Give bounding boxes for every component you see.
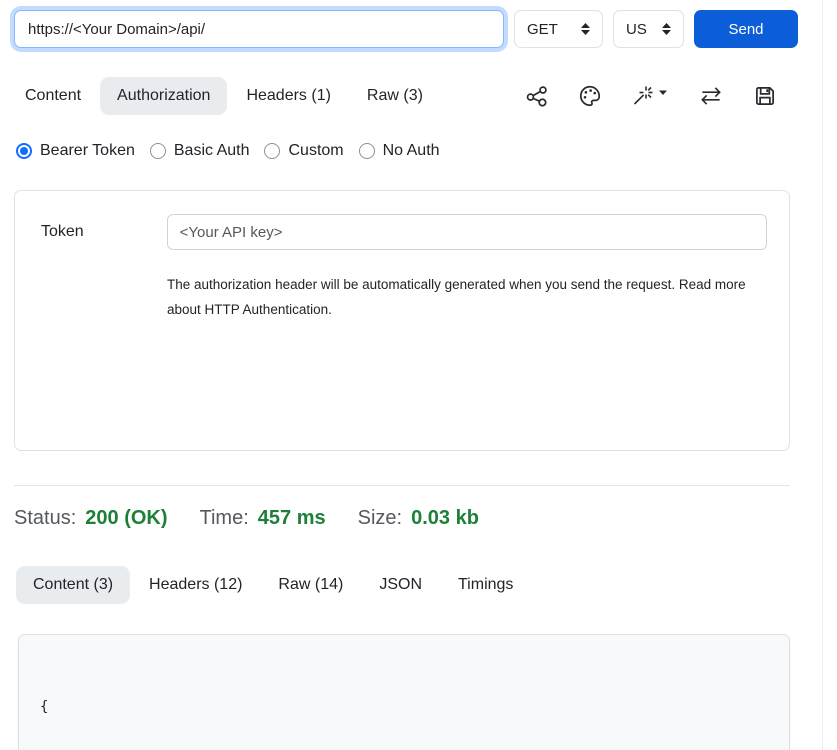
url-input[interactable] <box>14 10 504 48</box>
tab-response-timings[interactable]: Timings <box>441 566 530 604</box>
method-select[interactable]: GET <box>514 10 603 48</box>
tab-response-headers[interactable]: Headers (12) <box>132 566 259 604</box>
tab-authorization[interactable]: Authorization <box>100 77 227 115</box>
auth-option-basic-auth[interactable]: Basic Auth <box>150 142 250 160</box>
magic-wand-dropdown-icon[interactable] <box>630 83 670 109</box>
toolbar-icons <box>524 83 778 109</box>
radio-basic-auth[interactable] <box>150 143 166 159</box>
region-select-value: US <box>626 21 647 38</box>
response-status-bar: Status: 200 (OK) Time: 457 ms Size: 0.03… <box>14 507 822 530</box>
token-input[interactable] <box>167 214 767 250</box>
transfer-arrows-icon[interactable] <box>697 83 725 109</box>
palette-icon[interactable] <box>577 83 603 109</box>
token-label: Token <box>41 223 167 241</box>
send-button[interactable]: Send <box>694 10 798 48</box>
section-divider <box>14 485 790 486</box>
size-value: 0.03 kb <box>411 507 479 530</box>
request-bar: GET US Send <box>14 10 798 48</box>
radio-no-auth[interactable] <box>359 143 375 159</box>
tab-response-raw[interactable]: Raw (14) <box>261 566 360 604</box>
auth-option-label: No Auth <box>383 142 440 160</box>
size-label: Size: <box>358 507 402 530</box>
auth-option-bearer-token[interactable]: Bearer Token <box>16 142 135 160</box>
tab-headers[interactable]: Headers (1) <box>229 77 347 115</box>
updown-caret-icon <box>662 23 671 35</box>
time-label: Time: <box>200 507 249 530</box>
auth-option-no-auth[interactable]: No Auth <box>359 142 440 160</box>
auth-help-text: The authorization header will be automat… <box>167 272 749 322</box>
updown-caret-icon <box>581 23 590 35</box>
method-select-value: GET <box>527 21 558 38</box>
radio-bearer-token[interactable] <box>16 143 32 159</box>
region-select[interactable]: US <box>613 10 684 48</box>
tab-content[interactable]: Content <box>8 77 98 115</box>
share-nodes-icon[interactable] <box>524 83 550 109</box>
status-label: Status: <box>14 507 76 530</box>
save-icon[interactable] <box>752 83 778 109</box>
tab-response-content[interactable]: Content (3) <box>16 566 130 604</box>
radio-custom[interactable] <box>264 143 280 159</box>
time-value: 457 ms <box>258 507 326 530</box>
api-client-panel: GET US Send Content Authorization Header… <box>0 0 823 750</box>
auth-option-label: Basic Auth <box>174 142 250 160</box>
auth-option-label: Custom <box>288 142 343 160</box>
auth-option-custom[interactable]: Custom <box>264 142 343 160</box>
tab-raw[interactable]: Raw (3) <box>350 77 440 115</box>
tab-response-json[interactable]: JSON <box>362 566 439 604</box>
request-tabs-row: Content Authorization Headers (1) Raw (3… <box>8 77 822 115</box>
authorization-panel: Token The authorization header will be a… <box>14 190 790 451</box>
auth-option-label: Bearer Token <box>40 142 135 160</box>
token-row: Token <box>41 214 767 250</box>
json-open-brace: { <box>40 695 789 720</box>
auth-type-options: Bearer Token Basic Auth Custom No Auth <box>16 142 822 160</box>
status-value: 200 (OK) <box>85 507 167 530</box>
response-body-code: { "message": "API running." } <box>18 634 790 750</box>
response-tabs-row: Content (3) Headers (12) Raw (14) JSON T… <box>16 566 822 604</box>
